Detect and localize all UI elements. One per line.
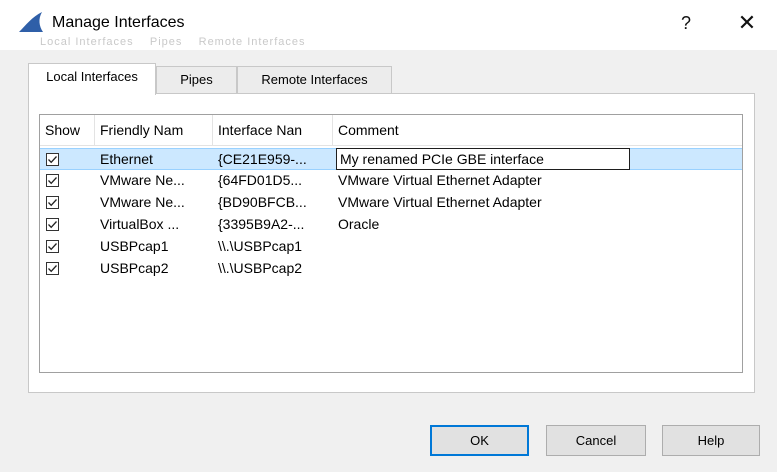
- comment-cell: [338, 258, 738, 280]
- table-row[interactable]: USBPcap2 \\.\USBPcap2: [40, 258, 742, 280]
- header-friendly-name[interactable]: Friendly Nam: [95, 115, 213, 145]
- comment-edit-field[interactable]: [336, 148, 630, 170]
- interface-name-cell: {64FD01D5...: [218, 172, 303, 188]
- window-title: Manage Interfaces: [52, 14, 185, 31]
- header-interface-name[interactable]: Interface Nan: [213, 115, 333, 145]
- checkmark-icon: [48, 199, 57, 207]
- header-comment[interactable]: Comment: [333, 115, 742, 145]
- ok-button[interactable]: OK: [430, 425, 529, 456]
- friendly-name-cell: VMware Ne...: [100, 172, 185, 188]
- comment-cell: [338, 236, 738, 258]
- wireshark-fin-icon: [18, 11, 44, 33]
- table-header: Show Friendly Nam Interface Nan Comment: [40, 115, 742, 146]
- tab-remote-interfaces[interactable]: Remote Interfaces: [237, 66, 392, 93]
- show-checkbox[interactable]: [46, 262, 59, 275]
- show-checkbox[interactable]: [46, 174, 59, 187]
- help-question-icon[interactable]: ?: [671, 8, 701, 38]
- show-checkbox[interactable]: [46, 196, 59, 209]
- show-checkbox[interactable]: [46, 153, 59, 166]
- comment-cell: Oracle: [338, 216, 380, 232]
- friendly-name-cell: USBPcap1: [100, 238, 169, 254]
- local-interfaces-pane: Show Friendly Nam Interface Nan Comment …: [28, 93, 755, 393]
- tab-local-interfaces[interactable]: Local Interfaces: [28, 63, 156, 95]
- checkmark-icon: [48, 243, 57, 251]
- table-row[interactable]: VirtualBox ... {3395B9A2-... Oracle: [40, 214, 742, 236]
- checkmark-icon: [48, 156, 57, 164]
- interface-name-cell: {CE21E959-...: [218, 151, 307, 167]
- show-cell: [40, 214, 95, 236]
- interface-name-cell: \\.\USBPcap2: [218, 260, 303, 276]
- table-row[interactable]: USBPcap1 \\.\USBPcap1: [40, 236, 742, 258]
- friendly-name-cell: VirtualBox ...: [100, 216, 180, 232]
- show-checkbox[interactable]: [46, 240, 59, 253]
- show-checkbox[interactable]: [46, 218, 59, 231]
- checkmark-icon: [48, 265, 57, 273]
- header-show[interactable]: Show: [40, 115, 95, 145]
- friendly-name-cell: Ethernet: [100, 151, 153, 167]
- friendly-name-cell: VMware Ne...: [100, 194, 185, 210]
- interface-name-cell: {3395B9A2-...: [218, 216, 305, 232]
- comment-cell: VMware Virtual Ethernet Adapter: [338, 194, 542, 210]
- show-cell: [40, 236, 95, 258]
- table-row[interactable]: VMware Ne... {BD90BFCB... VMware Virtual…: [40, 192, 742, 214]
- table-row[interactable]: VMware Ne... {64FD01D5... VMware Virtual…: [40, 170, 742, 192]
- cancel-button[interactable]: Cancel: [546, 425, 646, 456]
- show-cell: [40, 149, 95, 171]
- friendly-name-cell: USBPcap2: [100, 260, 169, 276]
- checkmark-icon: [48, 177, 57, 185]
- interface-name-cell: {BD90BFCB...: [218, 194, 307, 210]
- checkmark-icon: [48, 221, 57, 229]
- show-cell: [40, 258, 95, 280]
- show-cell: [40, 170, 95, 192]
- interfaces-table[interactable]: Show Friendly Nam Interface Nan Comment …: [39, 114, 743, 373]
- comment-cell: VMware Virtual Ethernet Adapter: [338, 172, 542, 188]
- table-row[interactable]: Ethernet {CE21E959-...: [40, 148, 742, 170]
- help-button[interactable]: Help: [662, 425, 760, 456]
- show-cell: [40, 192, 95, 214]
- ghost-tab-text: Local Interfaces Pipes Remote Interfaces: [40, 36, 306, 48]
- tab-pipes[interactable]: Pipes: [156, 66, 237, 93]
- close-icon[interactable]: ✕: [732, 8, 762, 38]
- interface-name-cell: \\.\USBPcap1: [218, 238, 303, 254]
